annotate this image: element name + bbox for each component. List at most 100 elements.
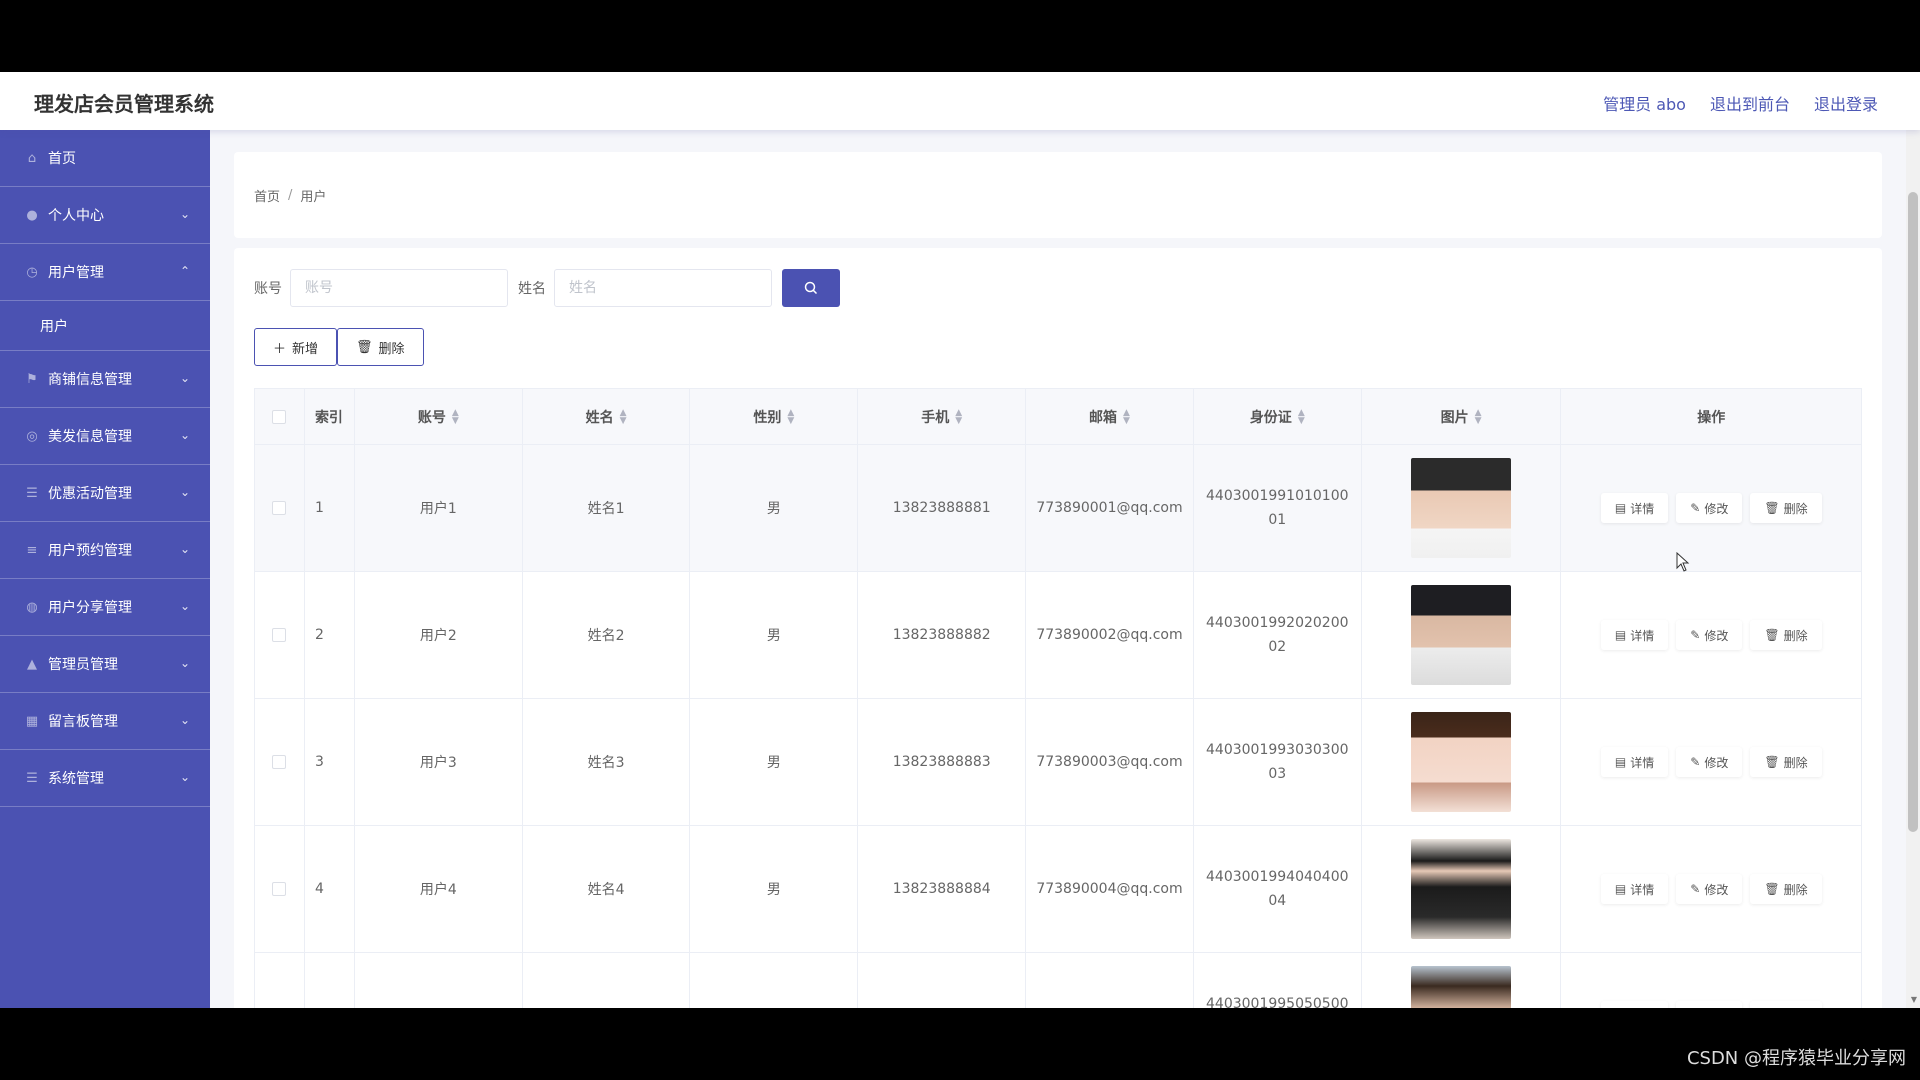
detail-button[interactable]: ▤详情: [1600, 1001, 1669, 1008]
sidebar-item-appointments[interactable]: ≡ 用户预约管理 ⌄: [0, 522, 210, 579]
name-label: 姓名: [518, 281, 546, 297]
user-avatar-image[interactable]: [1411, 712, 1512, 812]
header-actions: 操作: [1697, 409, 1726, 426]
row-actions: ▤详情✎修改🗑删除: [1600, 874, 1822, 904]
row-select-cell: [255, 953, 305, 1008]
cell-account: 用户5: [355, 953, 523, 1008]
logout-link[interactable]: 退出登录: [1814, 91, 1878, 115]
cell-name: 姓名4: [523, 826, 691, 952]
edit-button[interactable]: ✎修改: [1676, 874, 1743, 904]
cell-image: [1362, 699, 1562, 825]
pencil-icon: ✎: [1690, 501, 1701, 515]
user-avatar-image[interactable]: [1411, 585, 1512, 685]
header-label: 邮箱: [1089, 409, 1118, 426]
sidebar-item-home[interactable]: ⌂ 首页: [0, 130, 210, 187]
add-button[interactable]: ＋ 新增: [254, 328, 338, 366]
trash-icon: 🗑: [1764, 628, 1780, 642]
sidebar-item-personal[interactable]: ● 个人中心 ⌄: [0, 187, 210, 244]
scrollbar-thumb[interactable]: [1908, 192, 1918, 832]
sort-icon[interactable]: ▲ ▼: [452, 408, 459, 425]
sidebar-item-hair-info[interactable]: ◎ 美发信息管理 ⌄: [0, 408, 210, 465]
idcard-text: 440300199202020002: [1206, 615, 1349, 655]
sidebar-item-user-management[interactable]: ◷ 用户管理 ⌃: [0, 244, 210, 301]
sidebar-item-label: 优惠活动管理: [48, 486, 132, 502]
edit-label: 修改: [1704, 628, 1729, 643]
back-to-front-link[interactable]: 退出到前台: [1710, 91, 1790, 115]
search-row: 账号 姓名: [254, 268, 1862, 308]
sort-icon[interactable]: ▲ ▼: [955, 408, 962, 425]
row-checkbox[interactable]: [272, 628, 287, 642]
sidebar-item-shop-info[interactable]: ⚑ 商铺信息管理 ⌄: [0, 351, 210, 408]
header-image[interactable]: 图片 ▲ ▼: [1362, 389, 1562, 444]
detail-button[interactable]: ▤详情: [1600, 620, 1669, 650]
sidebar-item-admins[interactable]: ▲ 管理员管理 ⌄: [0, 636, 210, 693]
user-avatar-image[interactable]: [1411, 966, 1512, 1008]
header-gender[interactable]: 性别 ▲ ▼: [690, 389, 859, 444]
detail-button[interactable]: ▤详情: [1600, 874, 1669, 904]
sidebar-item-message-board[interactable]: ▦ 留言板管理 ⌄: [0, 693, 210, 750]
row-checkbox[interactable]: [272, 755, 287, 769]
user-avatar-image[interactable]: [1411, 458, 1512, 558]
sidebar-subitem-users[interactable]: 用户: [0, 301, 210, 351]
sort-icon[interactable]: ▲ ▼: [1298, 408, 1305, 425]
header-email[interactable]: 邮箱 ▲ ▼: [1026, 389, 1194, 444]
cell-actions: ▤详情✎修改🗑删除: [1561, 826, 1861, 952]
breadcrumb-current: 用户: [300, 189, 327, 205]
table-row: 5用户5姓名5男13823888885773890005@qq.com 44030…: [255, 953, 1861, 1008]
chevron-up-icon: ⌃: [179, 264, 190, 278]
cell-image: [1362, 572, 1562, 698]
bulk-delete-button[interactable]: 🗑 删除: [337, 328, 424, 366]
delete-button[interactable]: 🗑删除: [1750, 874, 1822, 904]
sidebar-item-label: 管理员管理: [48, 657, 118, 673]
header-label: 账号: [417, 409, 446, 426]
header-account[interactable]: 账号 ▲ ▼: [355, 389, 523, 444]
edit-button[interactable]: ✎修改: [1676, 747, 1743, 777]
detail-button[interactable]: ▤详情: [1600, 493, 1669, 523]
cell-phone: 13823888883: [858, 699, 1027, 825]
sidebar-item-label: 留言板管理: [48, 714, 118, 730]
cell-actions: ▤详情✎修改🗑删除: [1561, 699, 1861, 825]
cell-name: 姓名1: [523, 445, 691, 571]
sidebar-item-shares[interactable]: ◍ 用户分享管理 ⌄: [0, 579, 210, 636]
delete-label: 删除: [1784, 1008, 1808, 1009]
delete-button[interactable]: 🗑删除: [1750, 493, 1822, 523]
sort-icon[interactable]: ▲ ▼: [787, 408, 794, 425]
header-phone[interactable]: 手机 ▲ ▼: [858, 389, 1027, 444]
row-checkbox[interactable]: [272, 501, 287, 515]
search-button[interactable]: [782, 269, 840, 307]
admin-user-link[interactable]: 管理员 abo: [1603, 91, 1686, 115]
cell-actions: ▤详情✎修改🗑删除: [1561, 572, 1861, 698]
account-input[interactable]: [290, 269, 508, 307]
delete-button[interactable]: 🗑删除: [1750, 620, 1822, 650]
sort-icon[interactable]: ▲ ▼: [620, 408, 627, 425]
main-content: 首页 / 用户 账号 姓名 ＋ 新增 🗑 删除: [234, 152, 1882, 1008]
sort-icon[interactable]: ▲ ▼: [1475, 408, 1482, 425]
edit-button[interactable]: ✎修改: [1676, 1001, 1743, 1008]
cell-name: 姓名2: [523, 572, 691, 698]
cell-index: 2: [305, 572, 355, 698]
scroll-down-icon[interactable]: ▼: [1911, 995, 1917, 1004]
compass-icon: ◎: [26, 428, 38, 444]
scrollbar-track[interactable]: ▼: [1906, 130, 1920, 1008]
delete-button[interactable]: 🗑删除: [1750, 747, 1822, 777]
sidebar-item-system[interactable]: ☰ 系统管理 ⌄: [0, 750, 210, 807]
edit-button[interactable]: ✎修改: [1676, 493, 1743, 523]
table-body: 1 用户1 姓名1 男 13823888881 773890001@qq.com 44030…: [255, 445, 1861, 1008]
sidebar-item-label: 个人中心: [48, 208, 104, 224]
header-name[interactable]: 姓名 ▲ ▼: [523, 389, 691, 444]
edit-button[interactable]: ✎修改: [1676, 620, 1743, 650]
row-checkbox[interactable]: [272, 882, 287, 896]
thumb-icon: ▲: [27, 656, 37, 672]
select-all-checkbox[interactable]: [272, 409, 287, 424]
detail-button[interactable]: ▤详情: [1600, 747, 1669, 777]
sidebar-item-promotions[interactable]: ☰ 优惠活动管理 ⌄: [0, 465, 210, 522]
delete-button[interactable]: 🗑删除: [1750, 1001, 1822, 1009]
row-select-cell: [255, 699, 305, 825]
sort-icon[interactable]: ▲ ▼: [1123, 408, 1130, 425]
header-idcard[interactable]: 身份证 ▲ ▼: [1194, 389, 1362, 444]
user-avatar-image[interactable]: [1411, 839, 1512, 939]
action-row: ＋ 新增 🗑 删除: [254, 328, 1862, 366]
name-input[interactable]: [554, 269, 772, 307]
row-actions: ▤详情✎修改🗑删除: [1600, 747, 1822, 777]
breadcrumb-home[interactable]: 首页: [254, 186, 280, 205]
